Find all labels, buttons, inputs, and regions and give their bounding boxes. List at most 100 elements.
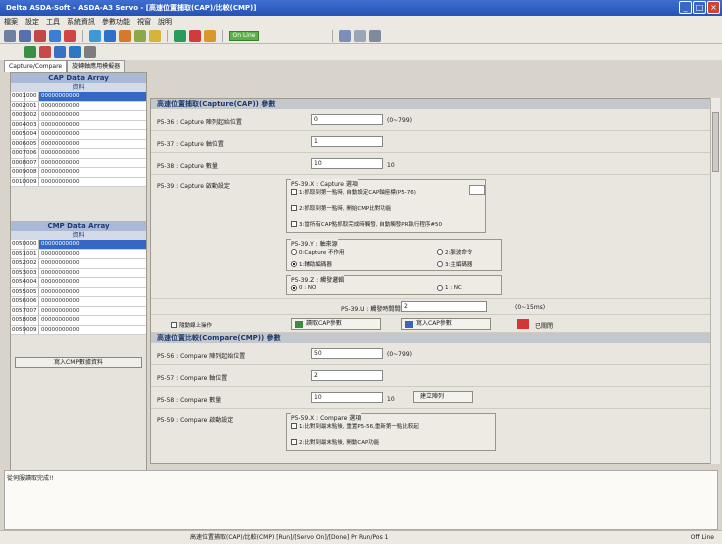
row-value-cell[interactable]: 00000000000 [39,326,146,335]
table-row[interactable]: 0057 007 00000000000 [11,306,146,316]
alarm-icon[interactable] [64,29,76,42]
row-value-cell[interactable]: 00000000000 [39,250,146,259]
p538-input[interactable]: 10 [311,158,383,169]
read-cap-parameters-button[interactable]: 讀取CAP參數 [291,318,381,330]
row-value-cell[interactable]: 00000000000 [39,316,146,325]
p539x-option-2[interactable]: 2:抓取到第一點時, 開始CMP比對功能 [291,204,391,212]
menu-parameter-functions[interactable]: 參數功能 [102,17,130,27]
row-value-cell[interactable]: 00000000000 [39,307,146,316]
online-indicator[interactable]: On Line [229,30,259,41]
p556-input[interactable]: 50 [311,348,383,359]
p539x-option-1[interactable]: 1:抓取到第一點時, 自動設定CAP軸座標(P5-76) [291,188,416,196]
source-option-1[interactable]: 1:輔助編碼器 [291,260,332,268]
online-operation-checkbox[interactable]: 隨動線上操作 [171,321,212,329]
panel-icon[interactable] [369,29,381,42]
run-icon[interactable] [174,29,186,42]
maximize-button[interactable]: □ [693,1,706,14]
row-value-cell[interactable]: 00000000000 [39,240,146,249]
stop-icon[interactable] [189,29,201,42]
tab-rotary-simulator[interactable]: 旋轉軸應用模擬器 [67,60,126,72]
build-array-button[interactable]: 建立陣列 [413,391,473,403]
key-icon[interactable] [204,29,216,42]
table-row[interactable]: 0058 008 00000000000 [11,316,146,326]
row-value-cell[interactable]: 00000000000 [39,269,146,278]
table-row[interactable]: 0050 000 00000000000 [11,240,146,250]
table-row[interactable]: 0009 008 00000000000 [11,168,146,178]
table-row[interactable]: 0002 001 00000000000 [11,101,146,111]
menu-settings[interactable]: 設定 [25,17,39,27]
io-icon[interactable] [89,29,101,42]
row-value-cell[interactable]: 00000000000 [39,102,146,111]
source-option-3[interactable]: 3:主編碼器 [437,260,472,268]
table-row[interactable]: 0008 007 00000000000 [11,158,146,168]
logic-nc-option[interactable]: 1 : NC [437,285,462,291]
table-row[interactable]: 0059 009 00000000000 [11,325,146,335]
grid-icon[interactable] [339,29,351,42]
write-icon[interactable] [39,46,51,58]
source-option-2[interactable]: 2:脈波命令 [437,248,472,256]
p559x-option-1[interactable]: 1:比對到最末點後, 重置P5-56,重新第一點比較起 [291,422,419,430]
row-value-cell[interactable]: 00000000000 [39,297,146,306]
menu-file[interactable]: 檔案 [4,17,18,27]
write-cmp-data-button[interactable]: 寫入CMP數據資料 [15,357,142,368]
table-row[interactable]: 0001 000 00000000000 [11,92,146,102]
row-value-cell[interactable]: 00000000000 [39,259,146,268]
table-row[interactable]: 0055 005 00000000000 [11,287,146,297]
table-row[interactable]: 0006 005 00000000000 [11,139,146,149]
row-value-cell[interactable]: 00000000000 [39,149,146,158]
table-row[interactable]: 0052 002 00000000000 [11,259,146,269]
tab-capture-compare[interactable]: Capture/Compare [4,60,68,72]
scope-icon[interactable] [49,29,61,42]
menu-window[interactable]: 視窗 [137,17,151,27]
p537-input[interactable]: 1 [311,136,383,147]
menu-system-info[interactable]: 系統資訊 [67,17,95,27]
motor-icon[interactable] [34,29,46,42]
row-value-cell[interactable]: 00000000000 [39,92,146,101]
table-row[interactable]: 0007 006 00000000000 [11,149,146,159]
table-row[interactable]: 0056 006 00000000000 [11,297,146,307]
tuning-icon[interactable] [119,29,131,42]
jog-icon[interactable] [134,29,146,42]
read-icon[interactable] [24,46,36,58]
table-row[interactable]: 0010 009 00000000000 [11,177,146,187]
p539u-input[interactable]: 2 [401,301,487,312]
write-cap-parameters-button[interactable]: 寫入CAP參數 [401,318,491,330]
p558-input[interactable]: 10 [311,392,383,403]
pr-icon[interactable] [149,29,161,42]
logic-no-option[interactable]: 0 : NO [291,285,316,291]
row-value-cell[interactable]: 00000000000 [39,159,146,168]
row-value-cell[interactable]: 00000000000 [39,130,146,139]
parameter-icon[interactable] [104,29,116,42]
row-value-cell[interactable]: 00000000000 [39,121,146,130]
row-value-cell[interactable]: 00000000000 [39,140,146,149]
table-row[interactable]: 0005 004 00000000000 [11,130,146,140]
table-row[interactable]: 0004 003 00000000000 [11,120,146,130]
row-value-cell[interactable]: 00000000000 [39,168,146,177]
p559x-option-2[interactable]: 2:比對到最末點後, 開動CAP功能 [291,438,379,446]
settings-icon[interactable] [84,46,96,58]
scrollbar-thumb[interactable] [712,112,719,172]
row-value-cell[interactable]: 00000000000 [39,111,146,120]
save-icon[interactable] [54,46,66,58]
p557-input[interactable]: 2 [311,370,383,381]
layout-icon[interactable] [354,29,366,42]
help-icon[interactable] [69,46,81,58]
table-row[interactable]: 0003 002 00000000000 [11,111,146,121]
source-option-0[interactable]: 0:Capture 不作用 [291,248,344,256]
p536-input[interactable]: 0 [311,114,383,125]
table-row[interactable]: 0053 003 00000000000 [11,268,146,278]
table-row[interactable]: 0051 001 00000000000 [11,249,146,259]
new-icon[interactable] [4,29,16,42]
minimize-button[interactable]: _ [679,1,692,14]
row-value-cell[interactable]: 00000000000 [39,278,146,287]
p576-input[interactable] [469,185,485,195]
connect-icon[interactable] [19,29,31,42]
menu-help[interactable]: 說明 [158,17,172,27]
row-value-cell[interactable]: 00000000000 [39,178,146,187]
vertical-scrollbar[interactable] [710,98,720,464]
menu-tools[interactable]: 工具 [46,17,60,27]
close-button[interactable]: × [707,1,720,14]
row-value-cell[interactable]: 00000000000 [39,288,146,297]
p539x-option-3[interactable]: 3:當所有CAP點抓取完成時觸發, 自動觸發PR執行程序#50 [291,220,442,228]
table-row[interactable]: 0054 004 00000000000 [11,278,146,288]
